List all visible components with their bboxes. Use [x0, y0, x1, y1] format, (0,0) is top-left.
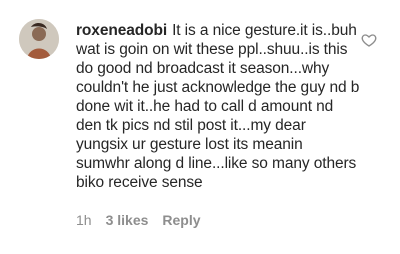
- comment-time[interactable]: 1h: [76, 212, 92, 228]
- comment-meta: 1h 3 likes Reply: [76, 212, 201, 228]
- comment-body: roxeneadobi It is a nice gesture.it is..b…: [76, 21, 360, 192]
- profile-avatar[interactable]: [19, 19, 59, 59]
- reply-button[interactable]: Reply: [162, 212, 200, 228]
- comment-text: It is a nice gesture.it is..buh wat is g…: [76, 22, 360, 191]
- like-button[interactable]: [361, 32, 377, 48]
- comment-username[interactable]: roxeneadobi: [76, 22, 167, 39]
- heart-outline-icon: [361, 34, 377, 47]
- comment-likes[interactable]: 3 likes: [106, 212, 149, 228]
